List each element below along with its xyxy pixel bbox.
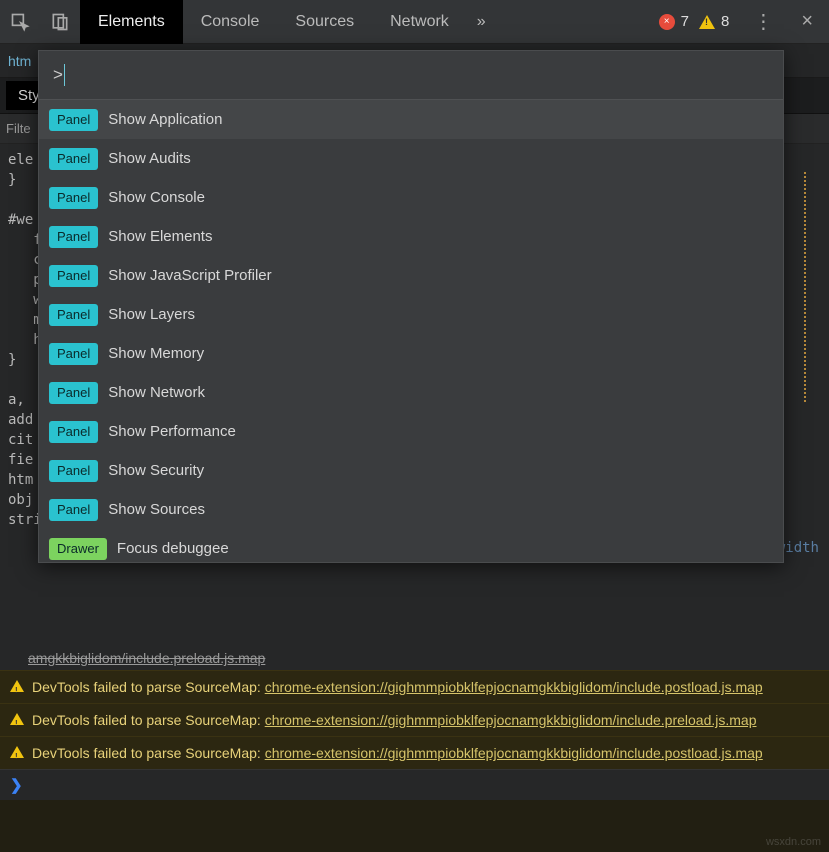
panel-tabs: Elements Console Sources Network bbox=[80, 0, 467, 44]
command-menu-item[interactable]: Panel Show Network bbox=[39, 373, 783, 412]
command-item-label: Focus debuggee bbox=[117, 540, 229, 557]
command-item-label: Show Application bbox=[108, 111, 222, 128]
panel-pill: Panel bbox=[49, 265, 98, 287]
error-icon: × bbox=[659, 14, 675, 30]
text-caret bbox=[64, 64, 65, 86]
command-prefix: > bbox=[53, 65, 63, 85]
command-menu-item[interactable]: Panel Show JavaScript Profiler bbox=[39, 256, 783, 295]
command-menu-item[interactable]: Panel Show Memory bbox=[39, 334, 783, 373]
kebab-menu-icon[interactable]: ⋮ bbox=[741, 9, 785, 34]
console-messages: amgkkbiglidom/include.preload.js.map Dev… bbox=[0, 648, 829, 852]
panel-pill: Panel bbox=[49, 499, 98, 521]
command-item-label: Show Elements bbox=[108, 228, 212, 245]
close-devtools-icon[interactable]: × bbox=[785, 10, 829, 33]
panel-pill: Panel bbox=[49, 382, 98, 404]
device-toggle-icon[interactable] bbox=[40, 0, 80, 44]
panel-pill: Panel bbox=[49, 226, 98, 248]
error-count: 7 bbox=[681, 13, 689, 30]
source-map-link[interactable]: chrome-extension://gighmmpiobklfepjocnam… bbox=[265, 745, 763, 761]
command-menu-item[interactable]: Drawer Focus debuggee bbox=[39, 529, 783, 562]
console-warning-message: DevTools failed to parse SourceMap: chro… bbox=[0, 670, 829, 703]
command-menu-item[interactable]: Panel Show Application bbox=[39, 100, 783, 139]
command-menu-item[interactable]: Panel Show Sources bbox=[39, 490, 783, 529]
warning-icon bbox=[10, 680, 24, 692]
message-text: DevTools failed to parse SourceMap: chro… bbox=[32, 710, 819, 730]
command-item-label: Show Sources bbox=[108, 501, 205, 518]
command-menu-item[interactable]: Panel Show Layers bbox=[39, 295, 783, 334]
command-item-label: Show Layers bbox=[108, 306, 195, 323]
command-item-label: Show Performance bbox=[108, 423, 236, 440]
panel-pill: Panel bbox=[49, 187, 98, 209]
command-menu: > PanelShow ApplicationPanelShow AuditsP… bbox=[38, 50, 784, 563]
panel-pill: Panel bbox=[49, 109, 98, 131]
console-warning-message: DevTools failed to parse SourceMap: chro… bbox=[0, 736, 829, 769]
warning-icon bbox=[10, 713, 24, 725]
tab-network[interactable]: Network bbox=[372, 0, 467, 44]
box-model-dashed-border bbox=[804, 172, 807, 402]
issue-counters[interactable]: × 7 8 bbox=[659, 13, 742, 30]
console-message-link-truncated[interactable]: amgkkbiglidom/include.preload.js.map bbox=[0, 648, 829, 670]
command-item-label: Show Memory bbox=[108, 345, 204, 362]
panel-pill: Panel bbox=[49, 148, 98, 170]
message-text: DevTools failed to parse SourceMap: chro… bbox=[32, 677, 819, 697]
panel-pill: Panel bbox=[49, 304, 98, 326]
command-menu-item[interactable]: Panel Show Elements bbox=[39, 217, 783, 256]
command-item-label: Show Network bbox=[108, 384, 205, 401]
command-item-label: Show Console bbox=[108, 189, 205, 206]
more-tabs-chevron-icon[interactable]: » bbox=[467, 13, 496, 31]
command-menu-input[interactable]: > bbox=[39, 51, 783, 100]
source-watermark: wsxdn.com bbox=[766, 836, 821, 848]
tab-console[interactable]: Console bbox=[183, 0, 278, 44]
command-menu-item[interactable]: Panel Show Performance bbox=[39, 412, 783, 451]
panel-pill: Panel bbox=[49, 460, 98, 482]
source-map-link[interactable]: chrome-extension://gighmmpiobklfepjocnam… bbox=[265, 679, 763, 695]
panel-pill: Panel bbox=[49, 343, 98, 365]
command-item-label: Show Security bbox=[108, 462, 204, 479]
panel-pill: Panel bbox=[49, 421, 98, 443]
console-warning-message: DevTools failed to parse SourceMap: chro… bbox=[0, 703, 829, 736]
tab-elements[interactable]: Elements bbox=[80, 0, 183, 44]
source-map-link[interactable]: chrome-extension://gighmmpiobklfepjocnam… bbox=[265, 712, 757, 728]
tab-sources[interactable]: Sources bbox=[277, 0, 372, 44]
devtools-main-toolbar: Elements Console Sources Network » × 7 8… bbox=[0, 0, 829, 44]
command-item-label: Show JavaScript Profiler bbox=[108, 267, 271, 284]
command-menu-item[interactable]: Panel Show Console bbox=[39, 178, 783, 217]
prompt-chevron-icon: ❯ bbox=[10, 777, 23, 794]
message-text: DevTools failed to parse SourceMap: chro… bbox=[32, 743, 819, 763]
inspect-element-icon[interactable] bbox=[0, 0, 40, 44]
drawer-pill: Drawer bbox=[49, 538, 107, 560]
console-prompt[interactable]: ❯ bbox=[0, 769, 829, 800]
warning-icon bbox=[10, 746, 24, 758]
command-menu-item[interactable]: Panel Show Audits bbox=[39, 139, 783, 178]
command-item-label: Show Audits bbox=[108, 150, 191, 167]
command-menu-list: PanelShow ApplicationPanelShow AuditsPan… bbox=[39, 100, 783, 562]
warning-icon bbox=[699, 15, 715, 29]
command-menu-item[interactable]: Panel Show Security bbox=[39, 451, 783, 490]
warning-count: 8 bbox=[721, 13, 729, 30]
